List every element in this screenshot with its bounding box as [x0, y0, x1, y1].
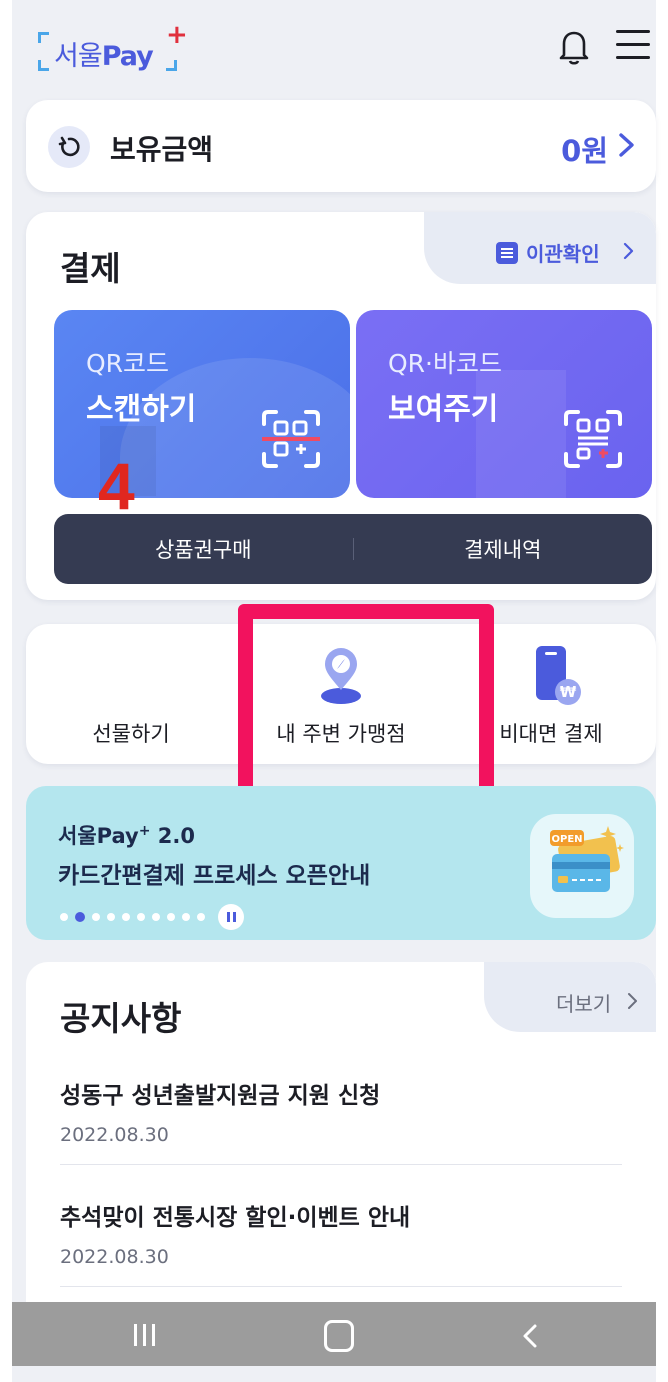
banner-brand-text: 서울Pay [58, 824, 139, 848]
notice-item-date: 2022.08.30 [60, 1246, 169, 1268]
qr-barcode-show-tile[interactable]: QR·바코드 보여주기 [356, 310, 652, 498]
transfer-check-label: 이관확인 [526, 242, 600, 266]
notice-item[interactable]: 성동구 성년출발지원금 지원 신청 2022.08.30 [60, 1076, 622, 1146]
more-link[interactable]: 더보기 [556, 988, 611, 1017]
notice-item-date: 2022.08.30 [60, 1124, 169, 1146]
mobile-payment-icon: ₩ [532, 644, 584, 708]
pagination-dot[interactable] [137, 913, 145, 921]
logo-bracket [38, 60, 49, 71]
logo-bracket [38, 32, 49, 43]
notice-item-title: 성동구 성년출발지원금 지원 신청 [60, 1083, 381, 1109]
pagination-dot[interactable] [122, 913, 130, 921]
payment-history-button[interactable]: 결제내역 [354, 534, 653, 564]
app-screen: 서울Pay + 보유금액 0원 결제 이관확인 QR코드 스캔하기 QR·바코드… [12, 0, 656, 1382]
chevron-right-icon[interactable] [622, 240, 636, 262]
qr-barcode-title: 보여주기 [388, 392, 499, 427]
chevron-right-icon[interactable] [616, 128, 638, 162]
logo-bracket [166, 60, 177, 71]
balance-card[interactable]: 보유금액 0원 [26, 100, 656, 192]
pagination-dot[interactable] [75, 912, 85, 922]
qr-scan-subtitle: QR코드 [86, 349, 170, 378]
pagination-dot[interactable] [107, 913, 115, 921]
pause-icon[interactable] [218, 904, 244, 930]
logo-pay-text: Pay [101, 41, 154, 72]
payment-title: 결제 [60, 249, 121, 288]
notice-item[interactable]: 추석맞이 전통시장 할인·이벤트 안내 2022.08.30 [60, 1198, 622, 1268]
banner-pagination [60, 904, 244, 930]
system-navigation-bar [12, 1302, 656, 1366]
top-header: 서울Pay + [12, 0, 656, 96]
hamburger-menu-icon[interactable] [616, 30, 652, 62]
qr-scan-icon [260, 408, 322, 470]
open-badge-text: OPEN [551, 834, 582, 845]
step-number-label: 4 [98, 449, 135, 523]
gift-label: 선물하기 [92, 722, 170, 746]
svg-text:₩: ₩ [560, 683, 577, 701]
chevron-right-icon[interactable] [626, 990, 640, 1012]
document-icon [496, 241, 518, 264]
banner-headline: 카드간편결제 프로세스 오픈안내 [58, 863, 371, 889]
barcode-icon [562, 408, 624, 470]
back-icon[interactable] [520, 1322, 540, 1350]
divider [60, 1164, 622, 1165]
pagination-dot[interactable] [92, 913, 100, 921]
transfer-check-link[interactable]: 이관확인 [496, 238, 600, 267]
buy-voucher-button[interactable]: 상품권구매 [54, 534, 353, 564]
logo-wordmark: 서울Pay [54, 34, 154, 73]
banner-brand-sup: + [138, 823, 151, 839]
notice-section: 공지사항 더보기 성동구 성년출발지원금 지원 신청 2022.08.30 추석… [26, 962, 656, 1342]
pagination-dot[interactable] [152, 913, 160, 921]
balance-label: 보유금액 [110, 133, 214, 166]
pagination-dot[interactable] [182, 913, 190, 921]
notice-title: 공지사항 [60, 999, 182, 1038]
bell-icon[interactable] [556, 28, 592, 66]
logo-plus-icon: + [166, 20, 188, 50]
promo-banner[interactable]: 서울Pay+ 2.0 카드간편결제 프로세스 오픈안내 OPEN [26, 786, 656, 940]
notice-item-title: 추석맞이 전통시장 할인·이벤트 안내 [60, 1205, 411, 1231]
logo-korean-text: 서울 [54, 41, 103, 72]
open-card-icon: OPEN [530, 814, 634, 918]
refresh-icon[interactable] [48, 126, 90, 168]
home-icon[interactable] [324, 1320, 354, 1352]
balance-amount[interactable]: 0원 [561, 128, 608, 170]
payment-actions-bar: 상품권구매 결제내역 [54, 514, 652, 584]
qr-scan-title: 스캔하기 [86, 392, 197, 427]
banner-version: 2.0 [150, 824, 195, 848]
pagination-dot[interactable] [197, 913, 205, 921]
recent-apps-icon[interactable] [134, 1324, 155, 1346]
seoul-pay-logo[interactable]: 서울Pay + [36, 22, 188, 76]
banner-brand: 서울Pay+ 2.0 [58, 820, 195, 850]
qr-barcode-subtitle: QR·바코드 [388, 349, 502, 378]
divider [60, 1286, 622, 1287]
gift-button[interactable]: 선물하기 [26, 624, 236, 764]
pagination-dot[interactable] [60, 913, 68, 921]
highlight-box [238, 604, 494, 804]
pagination-dot[interactable] [167, 913, 175, 921]
payment-card: 결제 이관확인 QR코드 스캔하기 QR·바코드 보여주기 4 상품권구매 결제… [26, 212, 656, 600]
